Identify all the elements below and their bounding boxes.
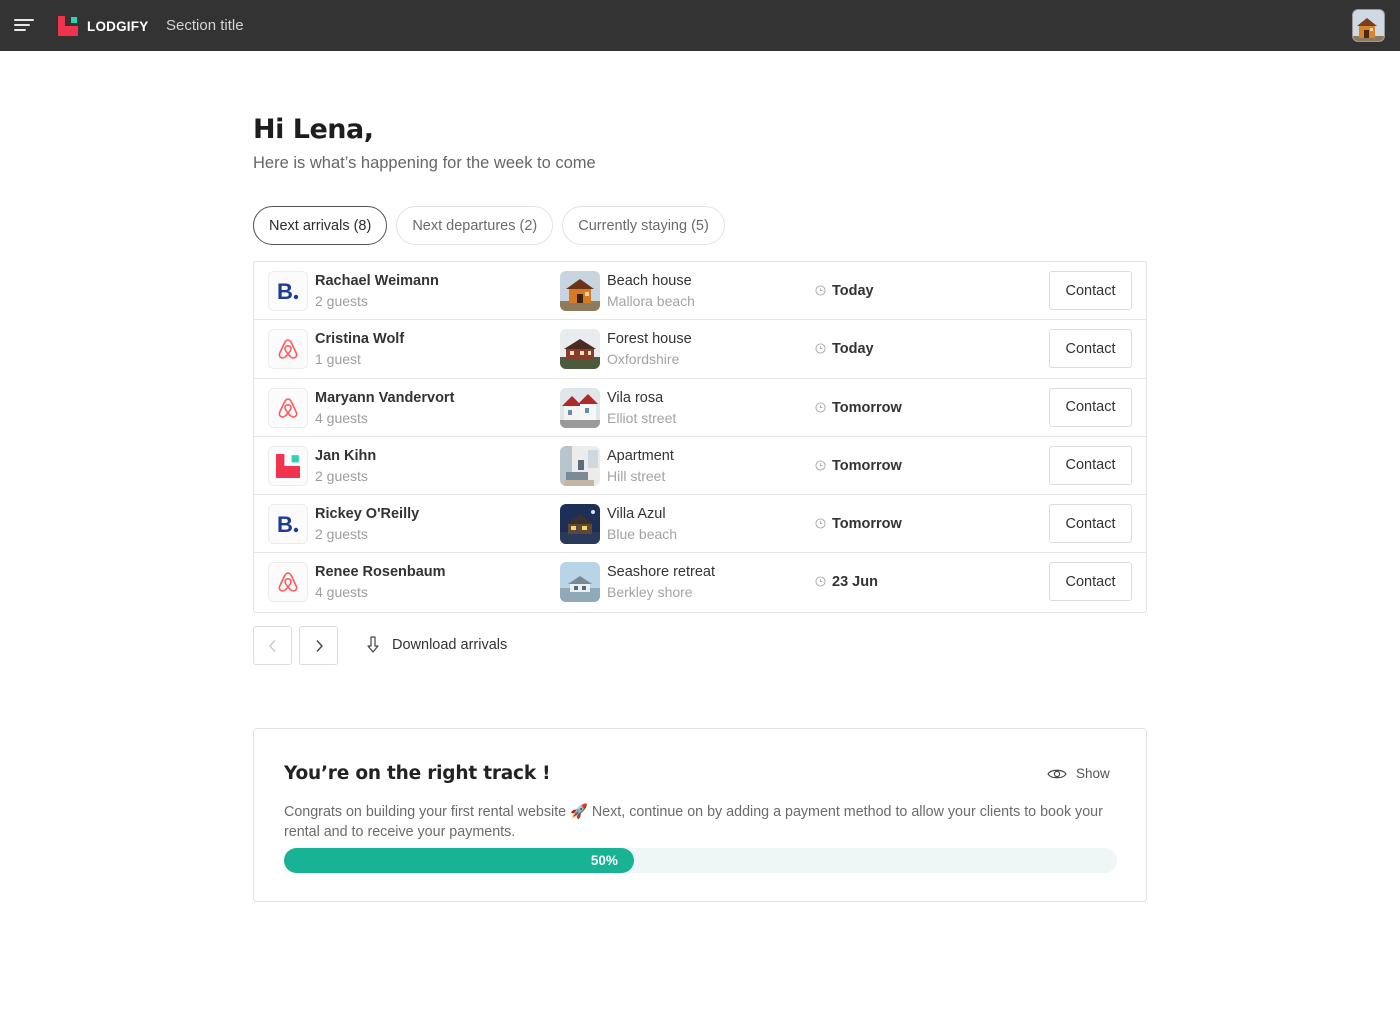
clock-icon	[815, 285, 826, 296]
brand-name: LODGIFY	[87, 18, 149, 34]
table-row: B Rickey O'Reilly 2 guests Villa Azul Bl…	[254, 495, 1146, 554]
top-bar: LODGIFY Section title	[0, 0, 1400, 51]
show-toggle[interactable]: Show	[1047, 766, 1110, 781]
guest-name: Renee Rosenbaum	[315, 564, 446, 581]
show-label: Show	[1076, 766, 1110, 781]
card-title: You’re on the right track !	[284, 763, 551, 784]
tab-currently-staying[interactable]: Currently staying (5)	[562, 206, 725, 245]
property-location: Hill street	[607, 467, 666, 484]
clock-icon	[815, 343, 826, 354]
previous-page-button[interactable]	[253, 626, 292, 665]
lodgify-logo[interactable]: LODGIFY	[58, 15, 148, 37]
next-page-button[interactable]	[299, 626, 338, 665]
tab-next-departures[interactable]: Next departures (2)	[396, 206, 554, 245]
property-thumbnail	[560, 329, 600, 370]
section-title: Section title	[166, 17, 244, 34]
property-name: Villa Azul	[607, 506, 666, 523]
tab-next-arrivals[interactable]: Next arrivals (8)	[253, 206, 388, 245]
card-description: Congrats on building your first rental w…	[284, 804, 1103, 840]
svg-text:B: B	[277, 512, 293, 536]
arrival-date: Today	[832, 283, 874, 299]
booking-icon: B	[268, 271, 308, 311]
property-thumbnail	[560, 445, 600, 486]
guest-name: Jan Kihn	[315, 447, 377, 464]
property-thumbnail	[560, 504, 600, 545]
guest-name: Rachael Weimann	[315, 273, 439, 289]
property-thumbnail	[560, 271, 600, 311]
property-location: Blue beach	[607, 526, 678, 543]
booking-icon: B	[268, 504, 308, 545]
contact-button[interactable]: Contact	[1049, 504, 1132, 544]
contact-button[interactable]: Contact	[1049, 387, 1132, 427]
arrival-date: Tomorrow	[832, 457, 902, 474]
hamburger-menu-icon[interactable]	[14, 16, 36, 34]
contact-button[interactable]: Contact	[1049, 329, 1132, 369]
property-name: Seashore retreat	[607, 564, 716, 581]
lodgify-logo-icon	[58, 16, 78, 36]
airbnb-icon	[268, 387, 308, 428]
arrivals-table: B Rachael Weimann 2 guests Beach house M…	[253, 261, 1147, 613]
property-name: Apartment	[607, 447, 674, 464]
guest-count: 4 guests	[315, 409, 368, 426]
svg-text:B: B	[277, 279, 293, 303]
house-avatar-icon	[1353, 10, 1384, 41]
property-name: Vila rosa	[607, 389, 664, 406]
arrival-date: 23 Jun	[832, 574, 878, 591]
greeting-title: Hi Lena,	[253, 114, 374, 145]
property-name: Forest house	[607, 331, 692, 348]
property-location: Berkley shore	[607, 584, 693, 601]
property-location: Elliot street	[607, 409, 677, 426]
chevron-left-icon	[268, 639, 276, 652]
contact-button[interactable]: Contact	[1049, 445, 1132, 485]
guest-count: 1 guest	[315, 351, 361, 368]
progress-label: 50%	[590, 853, 618, 868]
progress-fill: 50%	[284, 848, 634, 873]
guest-name: Cristina Wolf	[315, 331, 405, 348]
arrival-date: Tomorrow	[832, 399, 902, 416]
user-avatar[interactable]	[1352, 9, 1385, 42]
airbnb-icon	[268, 329, 308, 370]
guest-count: 4 guests	[315, 584, 368, 601]
property-location: Mallora beach	[607, 293, 695, 309]
airbnb-icon	[268, 562, 308, 603]
table-row: Cristina Wolf 1 guest Forest house Oxfor…	[254, 320, 1146, 379]
clock-icon	[815, 402, 826, 413]
guest-name: Maryann Vandervort	[315, 389, 455, 406]
guest-count: 2 guests	[315, 467, 368, 484]
clock-icon	[815, 460, 826, 471]
lodgify-icon	[268, 445, 308, 486]
guest-count: 2 guests	[315, 526, 368, 543]
greeting-subtitle: Here is what’s happening for the week to…	[253, 154, 596, 172]
onboarding-progress-card: You’re on the right track ! Show Congrat…	[253, 728, 1147, 902]
guest-count: 2 guests	[315, 293, 368, 309]
table-row: Maryann Vandervort 4 guests Vila rosa El…	[254, 379, 1146, 437]
guest-name: Rickey O'Reilly	[315, 506, 420, 523]
progress-bar: 50%	[284, 848, 1117, 873]
download-arrow-icon	[367, 636, 379, 653]
table-row: B Rachael Weimann 2 guests Beach house M…	[254, 262, 1146, 321]
table-row: Jan Kihn 2 guests Apartment Hill street …	[254, 437, 1146, 496]
property-location: Oxfordshire	[607, 351, 680, 368]
clock-icon	[815, 518, 826, 529]
clock-icon	[815, 576, 826, 588]
arrival-date: Today	[832, 341, 874, 358]
download-arrivals-label: Download arrivals	[392, 637, 508, 653]
eye-icon	[1047, 769, 1067, 778]
tab-bar: Next arrivals (8) Next departures (2) Cu…	[253, 206, 725, 245]
property-name: Beach house	[607, 273, 692, 289]
property-thumbnail	[560, 562, 600, 603]
table-row: Renee Rosenbaum 4 guests Seashore retrea…	[254, 553, 1146, 611]
property-thumbnail	[560, 387, 600, 428]
chevron-right-icon	[315, 639, 323, 652]
arrival-date: Tomorrow	[832, 516, 902, 533]
contact-button[interactable]: Contact	[1049, 271, 1132, 310]
contact-button[interactable]: Contact	[1049, 562, 1132, 602]
download-arrivals-link[interactable]: Download arrivals	[366, 636, 507, 654]
